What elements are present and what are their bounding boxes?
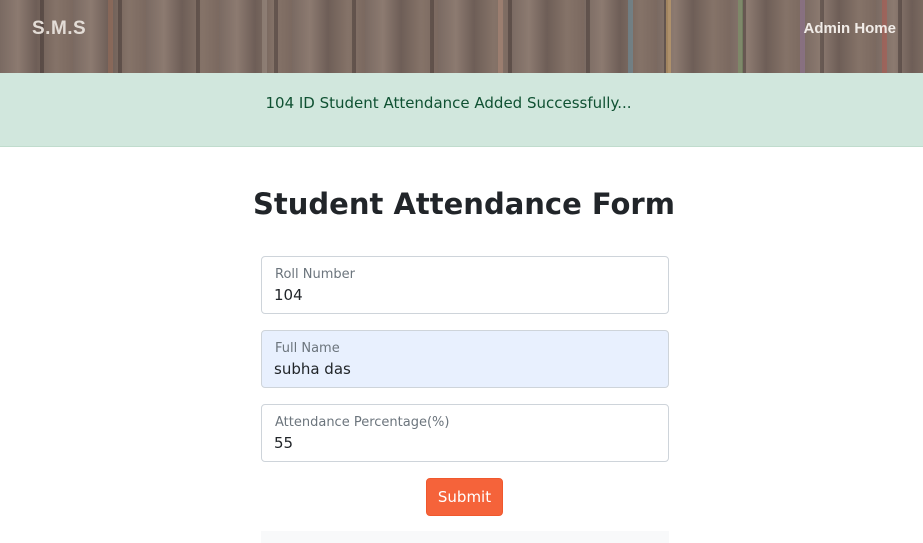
roll-number-input[interactable]: 104 (274, 286, 654, 304)
attendance-percentage-input[interactable]: 55 (274, 434, 654, 452)
brand-logo-link[interactable]: S.M.S (32, 18, 86, 40)
book-spine-decoration (262, 0, 267, 73)
full-name-input[interactable]: subha das (274, 360, 654, 378)
navbar: S.M.S Admin Home (0, 0, 923, 73)
admin-home-link[interactable]: Admin Home (803, 20, 896, 37)
book-spine-decoration (628, 0, 633, 73)
roll-number-label: Roll Number (275, 267, 355, 282)
results-panel (261, 531, 669, 543)
book-spine-decoration (666, 0, 671, 73)
roll-number-field[interactable]: Roll Number 104 (261, 256, 669, 314)
book-spine-decoration (498, 0, 503, 73)
full-name-field[interactable]: Full Name subha das (261, 330, 669, 388)
form-title: Student Attendance Form (253, 187, 675, 221)
full-name-label: Full Name (275, 341, 340, 356)
book-spine-decoration (738, 0, 743, 73)
submit-button[interactable]: Submit (426, 478, 503, 516)
alert-message: 104 ID Student Attendance Added Successf… (265, 94, 632, 112)
book-spine-decoration (108, 0, 113, 73)
attendance-percentage-field[interactable]: Attendance Percentage(%) 55 (261, 404, 669, 462)
attendance-percentage-label: Attendance Percentage(%) (275, 415, 450, 430)
success-alert: 104 ID Student Attendance Added Successf… (0, 73, 923, 147)
